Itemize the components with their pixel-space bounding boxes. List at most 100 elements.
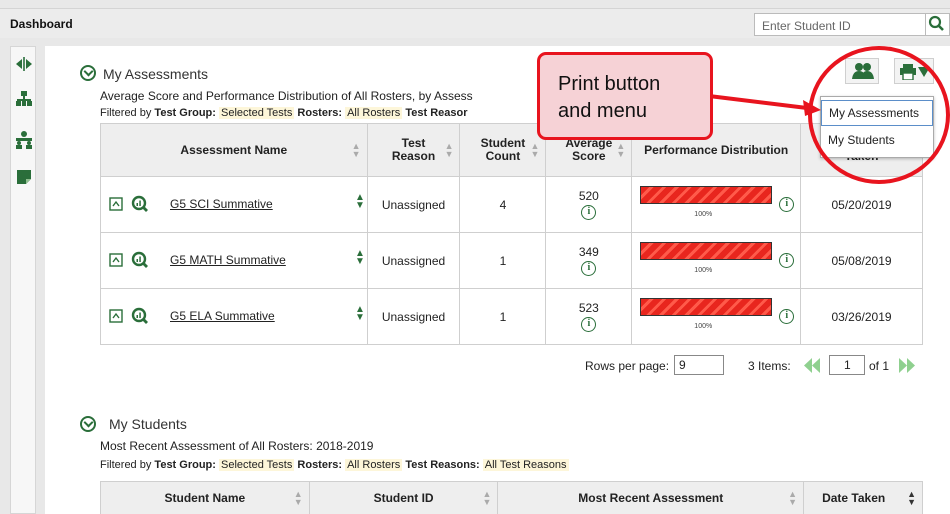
reorder-icon[interactable]: ▲ ▼	[355, 305, 365, 323]
performance-cell: 100% i	[631, 176, 802, 233]
note-icon[interactable]	[14, 167, 34, 187]
score-value: 520	[578, 189, 599, 203]
col-label: Student ID	[373, 490, 434, 505]
page-number-input[interactable]: 1	[829, 355, 865, 375]
col-label: Assessment Name	[180, 142, 288, 157]
students-filter: Filtered by Test Group: Selected Tests R…	[100, 459, 569, 471]
student-count-cell: 1	[459, 232, 547, 289]
hierarchy-icon[interactable]	[14, 89, 34, 109]
score-value: 523	[578, 301, 599, 315]
filter-prefix: Filtered by	[100, 459, 152, 471]
sort-icon: ▲ ▼	[351, 141, 361, 159]
filter-reasons-value: All Test Reasons	[482, 459, 569, 471]
col-student-name[interactable]: Student Name ▲ ▼	[100, 481, 310, 514]
filter-reason-label: Test Reasor	[405, 107, 468, 119]
info-icon[interactable]: i	[779, 197, 795, 212]
callout-line-2: and menu	[558, 100, 647, 122]
test-reason-cell: Unassigned	[366, 288, 461, 345]
info-icon[interactable]: i	[581, 205, 597, 220]
students-subtitle: Most Recent Assessment of All Rosters: 2…	[100, 439, 374, 453]
assessment-link[interactable]: G5 ELA Summative	[170, 309, 275, 323]
rows-per-page-value: 9	[679, 358, 686, 372]
reorder-icon[interactable]: ▲ ▼	[355, 249, 365, 267]
col-student-count[interactable]: Student Count ▲ ▼	[459, 123, 547, 177]
col-date-taken[interactable]: Date Taken ▲ ▼	[803, 481, 923, 514]
date-taken-cell: 05/20/2019	[800, 176, 923, 233]
rows-per-page-input[interactable]: 9	[674, 355, 724, 375]
info-icon[interactable]: i	[581, 261, 597, 276]
assessment-name-cell: G5 MATH Summative ▲ ▼	[100, 232, 368, 289]
assessments-subtitle: Average Score and Performance Distributi…	[100, 89, 473, 103]
first-page-icon[interactable]	[803, 358, 821, 373]
average-score-cell: 520 i	[545, 176, 633, 233]
filter-rosters-value: All Rosters	[345, 459, 403, 471]
col-label: Most Recent Assessment	[578, 490, 724, 505]
collapse-students-icon[interactable]	[80, 416, 96, 432]
table-row: G5 ELA Summative ▲ ▼ Unassigned 1 523 i 10…	[100, 288, 923, 345]
sort-icon: ▲ ▼	[293, 489, 303, 507]
performance-cell: 100% i	[631, 232, 802, 289]
items-count: 3 Items:	[748, 359, 791, 373]
students-table: Student Name ▲ ▼ Student ID ▲ ▼ Most Recent …	[100, 481, 923, 514]
col-most-recent-assessment[interactable]: Most Recent Assessment ▲ ▼	[497, 481, 805, 514]
col-student-id[interactable]: Student ID ▲ ▼	[308, 481, 499, 514]
open-report-icon[interactable]	[109, 197, 123, 211]
sort-icon: ▲ ▼	[530, 141, 540, 159]
page-title: Dashboard	[10, 17, 73, 31]
callout-box: Print button and menu	[537, 52, 713, 140]
assessment-link[interactable]: G5 MATH Summative	[170, 253, 286, 267]
reorder-icon[interactable]: ▲ ▼	[355, 193, 365, 211]
assessment-link[interactable]: G5 SCI Summative	[170, 197, 273, 211]
col-label: Student Name	[164, 490, 246, 505]
assessments-title: My Assessments	[103, 66, 209, 82]
callout-text: Print button and menu	[558, 71, 660, 125]
open-report-icon[interactable]	[109, 309, 123, 323]
collapse-assessments-icon[interactable]	[80, 65, 96, 81]
expand-collapse-icon[interactable]	[14, 54, 34, 74]
average-score-cell: 349 i	[545, 232, 633, 289]
filter-group-label: Test Group:	[154, 459, 216, 471]
rows-per-page-label: Rows per page:	[585, 359, 670, 373]
roster-icon[interactable]	[14, 130, 34, 150]
col-label: Date Taken	[822, 490, 886, 505]
col-test-reason[interactable]: Test Reason ▲ ▼	[366, 123, 461, 177]
assessment-name-cell: G5 ELA Summative ▲ ▼	[100, 288, 368, 345]
performance-bar	[640, 298, 773, 316]
bar-percent: 100%	[694, 323, 713, 330]
assessments-filter: Filtered by Test Group: Selected Tests R…	[100, 107, 468, 119]
test-reason-cell: Unassigned	[366, 176, 461, 233]
magnify-results-icon[interactable]	[131, 307, 149, 325]
filter-group-label: Test Group:	[154, 107, 216, 119]
col-label: Student	[480, 136, 526, 150]
students-title: My Students	[109, 416, 187, 432]
assessment-name-cell: G5 SCI Summative ▲ ▼	[100, 176, 368, 233]
callout-arrow	[708, 94, 821, 116]
open-report-icon[interactable]	[109, 253, 123, 267]
table-row: G5 MATH Summative ▲ ▼ Unassigned 1 349 i 1…	[100, 232, 923, 289]
page-value: 1	[844, 358, 851, 372]
student-id-search-input[interactable]: Enter Student ID	[754, 13, 926, 36]
filter-group-value: Selected Tests	[219, 107, 295, 119]
filter-reasons-label: Test Reasons:	[405, 459, 480, 471]
sort-icon: ▲ ▼	[907, 489, 916, 507]
sort-icon: ▲ ▼	[482, 489, 492, 507]
info-icon[interactable]: i	[779, 253, 795, 268]
info-icon[interactable]: i	[581, 317, 597, 332]
filter-rosters-value: All Rosters	[345, 107, 403, 119]
search-placeholder: Enter Student ID	[762, 19, 851, 33]
average-score-cell: 523 i	[545, 288, 633, 345]
col-assessment-name[interactable]: Assessment Name ▲ ▼	[100, 123, 368, 177]
callout-line-1: Print button	[558, 73, 661, 95]
magnify-results-icon[interactable]	[131, 251, 149, 269]
performance-bar	[640, 186, 773, 204]
info-icon[interactable]: i	[779, 309, 795, 324]
sort-icon: ▲ ▼	[788, 489, 798, 507]
magnify-results-icon[interactable]	[131, 195, 149, 213]
last-page-icon[interactable]	[898, 358, 916, 373]
sort-icon: ▲ ▼	[616, 141, 626, 159]
search-button[interactable]	[926, 13, 950, 36]
page-of-label: of 1	[869, 359, 890, 373]
highlight-ring	[808, 46, 950, 184]
filter-group-value: Selected Tests	[219, 459, 295, 471]
bar-percent: 100%	[694, 267, 713, 274]
